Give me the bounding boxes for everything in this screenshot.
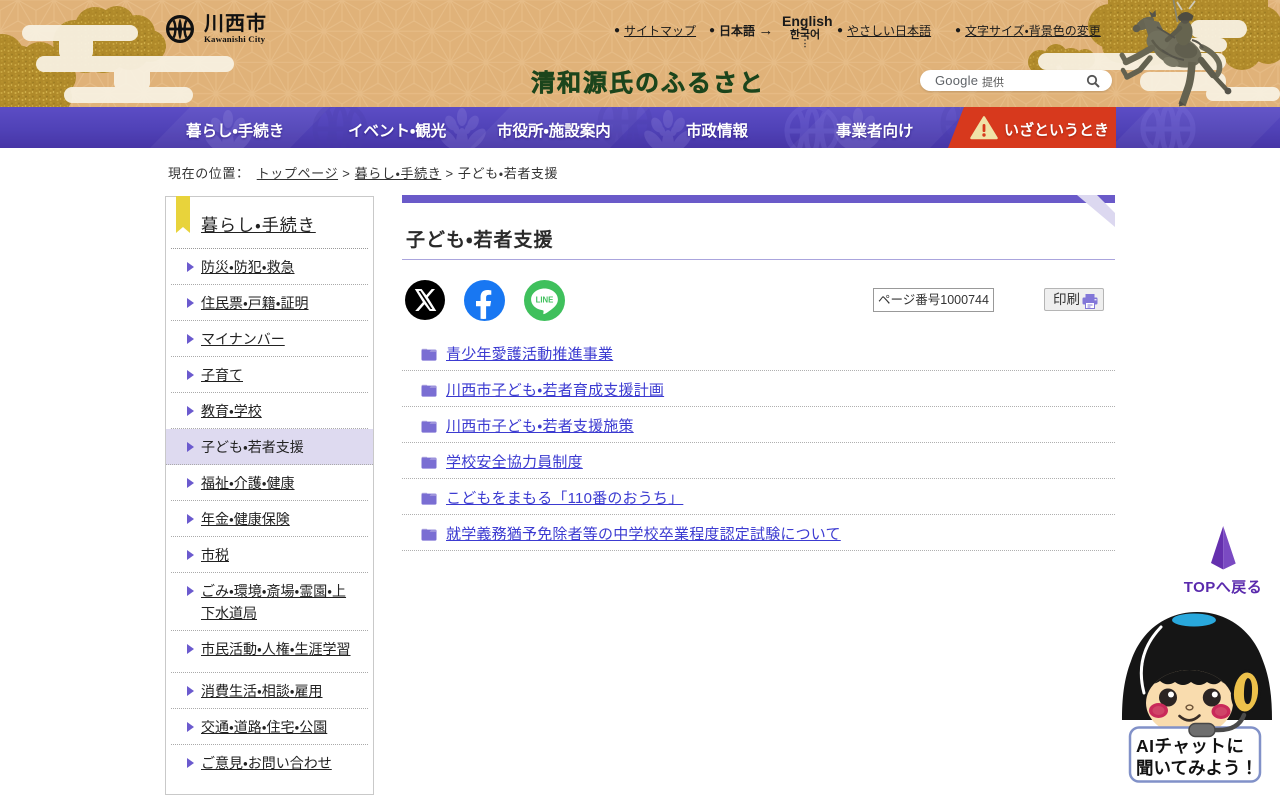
svg-text:LINE: LINE [536,295,554,304]
svg-text:聞いてみよう！: 聞いてみよう！ [1136,758,1258,778]
svg-text:AIチャットに: AIチャットに [1136,736,1244,756]
